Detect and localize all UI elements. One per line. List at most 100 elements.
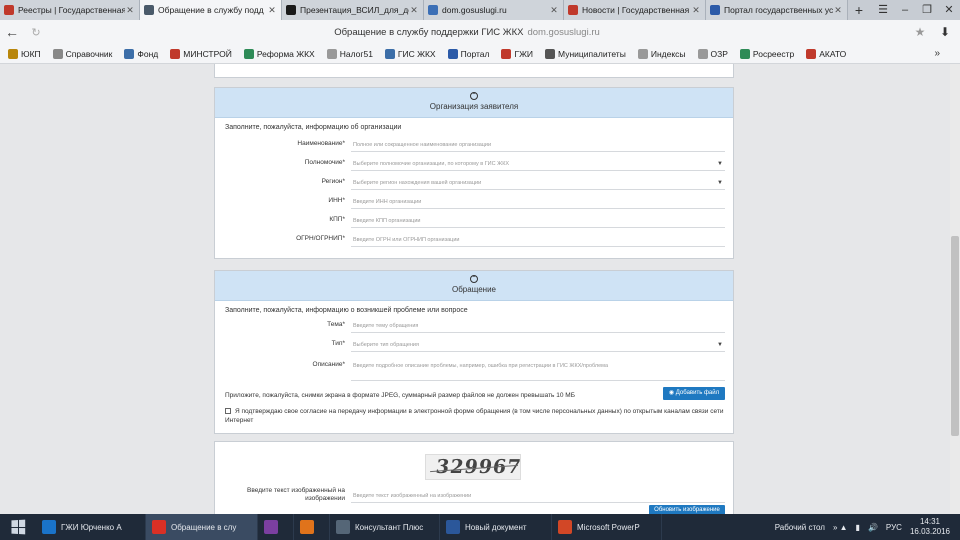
taskbar-app[interactable]: Microsoft PowerP bbox=[552, 514, 662, 540]
taskbar-app[interactable] bbox=[294, 514, 330, 540]
text-field[interactable]: Полное или сокращенное наименование орга… bbox=[351, 138, 725, 152]
collapse-chevron-icon[interactable]: ⌃ bbox=[470, 275, 478, 283]
text-field[interactable]: Введите тему обращения bbox=[351, 319, 725, 333]
browser-tab[interactable]: Презентация_ВСИЛ_для_докла✕ bbox=[282, 0, 424, 20]
select-field[interactable]: Выберите тип обращения bbox=[351, 338, 725, 352]
minimize-icon[interactable]: – bbox=[894, 0, 916, 20]
bookmark-item[interactable]: Справочник bbox=[52, 48, 112, 59]
text-field[interactable]: Введите ИНН организации bbox=[351, 195, 725, 209]
downloads-icon[interactable]: ⬇ bbox=[930, 25, 960, 39]
captcha-card: 329967 Введите текст изображенный на изо… bbox=[214, 441, 734, 514]
reload-icon[interactable]: ↻ bbox=[24, 26, 48, 39]
add-file-button[interactable]: ◉ Добавить файл bbox=[663, 387, 725, 400]
bookmarks-more-icon[interactable]: » bbox=[934, 48, 940, 59]
bookmarks-bar: ЮКП Справочник Фонд МИНСТРОЙ Реформа ЖКХ Нало… bbox=[0, 44, 960, 64]
taskbar-app[interactable]: Обращение в слу bbox=[146, 514, 258, 540]
bookmark-favicon-icon bbox=[739, 48, 750, 59]
taskbar-app[interactable]: Новый документ bbox=[440, 514, 552, 540]
bookmark-item[interactable]: ОЗР bbox=[697, 48, 728, 59]
tab-close-icon[interactable]: ✕ bbox=[549, 5, 559, 16]
back-arrow-icon[interactable]: ← bbox=[0, 24, 24, 40]
bookmark-item[interactable]: Налог51 bbox=[326, 48, 373, 59]
volume-icon[interactable]: 🔊 bbox=[868, 523, 878, 532]
url-field[interactable]: Обращение в службу поддержки ГИС ЖКХ dom… bbox=[54, 23, 880, 41]
restore-icon[interactable]: ❐ bbox=[916, 0, 938, 20]
close-icon[interactable]: ✕ bbox=[938, 0, 960, 20]
bookmark-item[interactable]: Индексы bbox=[637, 48, 686, 59]
dropdown-arrow-icon[interactable]: ▼ bbox=[717, 180, 723, 186]
browser-tab[interactable]: Новости | Государственная ж ✕ bbox=[564, 0, 706, 20]
form-row: Тема* Введите тему обращения bbox=[215, 317, 735, 335]
organization-hint: Заполните, пожалуйста, информацию об орг… bbox=[225, 124, 402, 131]
desktop-label[interactable]: Рабочий стол bbox=[775, 523, 825, 532]
browser-tab[interactable]: Обращение в службу подд ✕ bbox=[140, 0, 282, 20]
appeal-hint: Заполните, пожалуйста, информацию о возн… bbox=[225, 307, 468, 314]
text-field[interactable]: Введите ОГРН или ОГРНИП организации bbox=[351, 233, 725, 247]
browser-tab[interactable]: Портал государственных услу ✕ bbox=[706, 0, 848, 20]
consent-checkbox[interactable] bbox=[225, 408, 231, 414]
collapse-chevron-icon[interactable]: ⌃ bbox=[470, 92, 478, 100]
taskbar-app-label: Новый документ bbox=[465, 522, 527, 532]
refresh-captcha-button[interactable]: Обновить изображение bbox=[649, 505, 725, 514]
taskbar-app[interactable]: ГЖИ Юрченко А bbox=[36, 514, 146, 540]
browser-tab[interactable]: dom.gosuslugi.ru ✕ bbox=[424, 0, 564, 20]
tab-strip: Реестры | Государственная ж ✕ Обращение в … bbox=[0, 0, 960, 20]
tab-title: Новости | Государственная ж bbox=[582, 5, 691, 15]
select-field[interactable]: Выберите полномочие организации, по кото… bbox=[351, 157, 725, 171]
new-tab-icon[interactable]: + bbox=[848, 0, 870, 20]
field-label: КПП* bbox=[329, 216, 345, 223]
field-label: Полномочие* bbox=[304, 159, 345, 166]
tray-arrows-icon[interactable]: » ▲ bbox=[833, 523, 848, 532]
bookmark-item[interactable]: Росреестр bbox=[739, 48, 794, 59]
page-scrollbar[interactable] bbox=[950, 64, 960, 514]
tab-close-icon[interactable]: ✕ bbox=[125, 5, 135, 16]
bookmark-favicon-icon bbox=[243, 48, 254, 59]
domain-text: dom.gosuslugi.ru bbox=[527, 26, 600, 38]
tab-close-icon[interactable]: ✕ bbox=[267, 5, 277, 16]
bookmark-item[interactable]: Реформа ЖКХ bbox=[243, 48, 315, 59]
select-field[interactable]: Выберите регион нахождения вашей организ… bbox=[351, 176, 725, 190]
scrollbar-thumb[interactable] bbox=[951, 236, 959, 436]
start-button[interactable] bbox=[0, 514, 36, 540]
bookmark-item[interactable]: Фонд bbox=[124, 48, 158, 59]
description-label: Описание* bbox=[312, 361, 345, 368]
bookmark-item[interactable]: Муниципалитеты bbox=[545, 48, 626, 59]
network-icon[interactable]: ▮ bbox=[856, 523, 860, 532]
dropdown-arrow-icon[interactable]: ▼ bbox=[717, 161, 723, 167]
clock[interactable]: 14:31 16.03.2016 bbox=[910, 517, 950, 537]
bookmark-item[interactable]: Портал bbox=[447, 48, 489, 59]
text-field[interactable]: Введите КПП организации bbox=[351, 214, 725, 228]
language-indicator[interactable]: РУС bbox=[886, 523, 902, 532]
bookmark-item[interactable]: ГИС ЖКХ bbox=[384, 48, 436, 59]
taskbar-app[interactable]: Консультант Плюс bbox=[330, 514, 440, 540]
form-row: Наименование* Полное или сокращенное наим… bbox=[215, 136, 735, 154]
bookmark-item[interactable]: МИНСТРОЙ bbox=[170, 48, 232, 59]
browser-tab[interactable]: Реестры | Государственная ж ✕ bbox=[0, 0, 140, 20]
description-textarea[interactable]: Введите подробное описание проблемы, нап… bbox=[351, 359, 725, 381]
browser-window: Реестры | Государственная ж ✕ Обращение в … bbox=[0, 0, 960, 540]
field-label: ИНН* bbox=[328, 197, 345, 204]
app-icon bbox=[446, 520, 460, 534]
menu-icon[interactable]: ☰ bbox=[872, 0, 894, 20]
dropdown-arrow-icon[interactable]: ▼ bbox=[717, 342, 723, 348]
taskbar-app-label: ГЖИ Юрченко А bbox=[61, 522, 122, 532]
bookmark-label: ЮКП bbox=[21, 48, 41, 59]
bookmark-item[interactable]: АКАТО bbox=[806, 48, 847, 59]
taskbar-app[interactable] bbox=[258, 514, 294, 540]
tab-close-icon[interactable]: ✕ bbox=[409, 5, 419, 16]
organization-header[interactable]: ⌃ Организация заявителя bbox=[215, 88, 733, 118]
field-label: Тип* bbox=[331, 340, 345, 347]
consent-checkbox-row[interactable]: Я подтверждаю свое согласие на передачу … bbox=[225, 407, 725, 425]
tab-title: Презентация_ВСИЛ_для_докла bbox=[300, 5, 409, 15]
tab-close-icon[interactable]: ✕ bbox=[833, 5, 843, 16]
tab-close-icon[interactable]: ✕ bbox=[691, 5, 701, 16]
bookmark-label: АКАТО bbox=[819, 48, 847, 59]
appeal-header[interactable]: ⌃ Обращение bbox=[215, 271, 733, 301]
form-row: Тип* Выберите тип обращения ▼ bbox=[215, 336, 735, 354]
captcha-input[interactable]: Введите текст изображенный на изображени… bbox=[351, 489, 725, 503]
bookmark-item[interactable]: ГЖИ bbox=[501, 48, 533, 59]
captcha-row: Введите текст изображенный на изображени… bbox=[215, 487, 735, 505]
bookmark-item[interactable]: ЮКП bbox=[8, 48, 41, 59]
tab-favicon-icon bbox=[144, 5, 154, 15]
bookmark-star-icon[interactable]: ★ bbox=[910, 25, 930, 39]
